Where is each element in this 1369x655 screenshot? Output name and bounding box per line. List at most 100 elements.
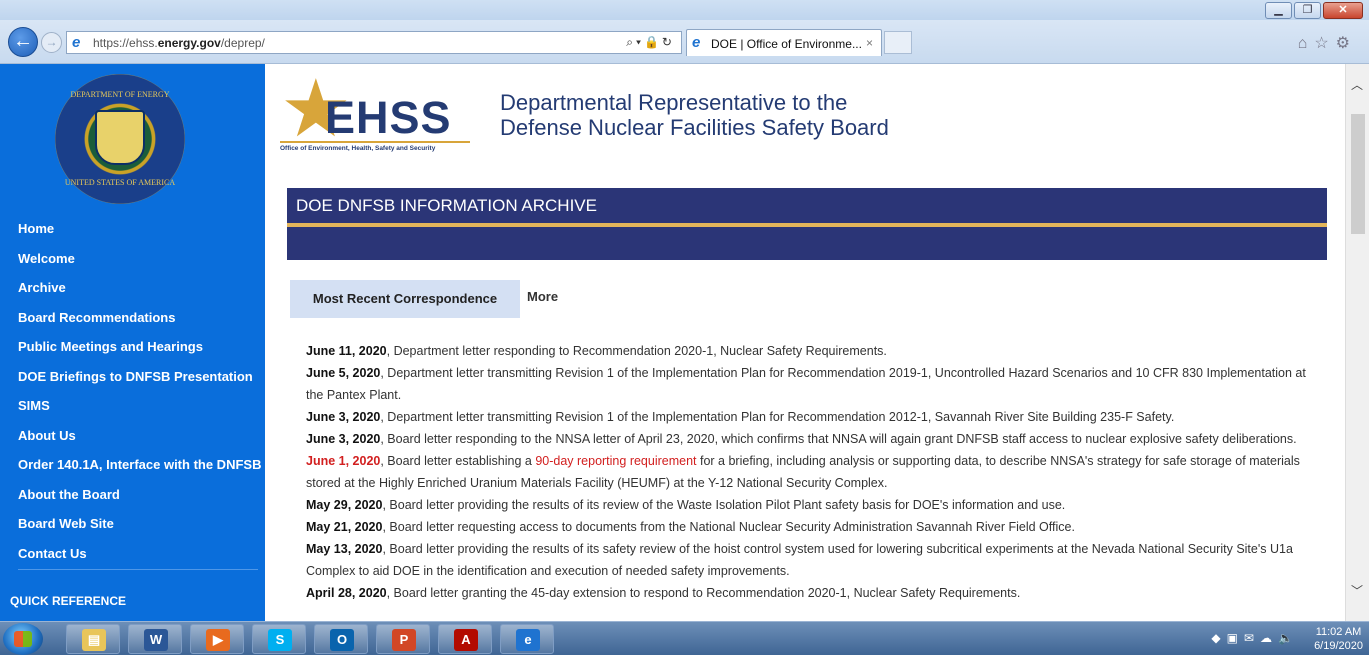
address-bar-icons[interactable]: ⌕▾🔒↻ — [626, 35, 675, 50]
favorites-star-icon[interactable]: ☆ — [1314, 35, 1335, 52]
scroll-down-icon[interactable]: ﹀ — [1351, 582, 1363, 599]
page-scrollbar[interactable]: ︿ ﹀ — [1345, 64, 1369, 621]
entry-date: June 1, 2020 — [306, 454, 381, 468]
quick-reference-heading: QUICK REFERENCE — [10, 594, 127, 608]
entry-link[interactable]: , Department letter transmitting Revisio… — [306, 366, 1306, 402]
clock-date: 6/19/2020 — [1314, 640, 1363, 652]
seal-bottom-text: UNITED STATES OF AMERICA — [64, 178, 176, 187]
list-item: June 5, 2020, Department letter transmit… — [306, 362, 1316, 406]
back-button[interactable]: ← — [8, 27, 38, 57]
site-title-line1: Departmental Representative to the — [500, 90, 848, 115]
tray-network-icon[interactable]: ▣ — [1227, 631, 1244, 645]
home-icon[interactable]: ⌂ — [1298, 35, 1315, 52]
sidebar-item-contact-us[interactable]: Contact Us — [0, 539, 265, 569]
sidebar-item-doe-briefings[interactable]: DOE Briefings to DNFSB Presentation — [0, 362, 265, 392]
gear-icon[interactable]: ⚙ — [1336, 35, 1357, 52]
entry-link[interactable]: , Department letter transmitting Revisio… — [380, 410, 1174, 424]
ehss-logo-text: EHSS — [325, 92, 452, 143]
restore-button[interactable]: ❐ — [1294, 2, 1321, 19]
tray-shield-icon[interactable]: ◆ — [1211, 631, 1226, 645]
entry-date: June 3, 2020 — [306, 432, 381, 446]
tab-title: DOE | Office of Environme... — [711, 37, 862, 51]
taskbar-clock[interactable]: 11:02 AM 6/19/2020 — [1314, 625, 1363, 653]
entry-date: April 28, 2020 — [306, 586, 387, 600]
entry-date: June 3, 2020 — [306, 410, 381, 424]
sidebar-divider — [18, 569, 258, 570]
archive-banner: DOE DNFSB INFORMATION ARCHIVE — [287, 188, 1327, 223]
tab-more[interactable]: More — [527, 289, 558, 304]
doe-seal-logo[interactable]: DEPARTMENT OF ENERGY UNITED STATES OF AM… — [55, 74, 185, 204]
close-tab-icon[interactable]: × — [866, 36, 873, 50]
sidebar-item-about-us[interactable]: About Us — [0, 421, 265, 451]
entry-date: May 13, 2020 — [306, 542, 383, 556]
taskbar-app-internet-explorer[interactable]: e — [500, 624, 554, 654]
scroll-up-icon[interactable]: ︿ — [1351, 76, 1363, 93]
site-title-line2: Defense Nuclear Facilities Safety Board — [500, 115, 889, 140]
window-controls: ▁ ❐ ✕ — [1265, 2, 1363, 19]
powerpoint-icon: P — [392, 629, 416, 651]
tray-skype-icon[interactable]: ☁ — [1260, 631, 1278, 645]
forward-button[interactable]: → — [41, 32, 62, 53]
ehss-logo[interactable]: ★ EHSS Office of Environment, Health, Sa… — [280, 69, 470, 157]
list-item: June 3, 2020, Board letter responding to… — [306, 428, 1316, 450]
entry-date: May 29, 2020 — [306, 498, 383, 512]
correspondence-list: June 11, 2020, Department letter respond… — [306, 340, 1316, 604]
entry-link[interactable]: , Board letter granting the 45-day exten… — [387, 586, 1021, 600]
outlook-icon: O — [330, 629, 354, 651]
sidebar-item-archive[interactable]: Archive — [0, 273, 265, 303]
reporting-requirement-link[interactable]: 90-day reporting requirement — [535, 454, 696, 468]
entry-link[interactable]: , Board letter requesting access to docu… — [382, 520, 1074, 534]
site-title: Departmental Representative to the Defen… — [500, 90, 889, 140]
sidebar-item-sims[interactable]: SIMS — [0, 391, 265, 421]
tab-most-recent[interactable]: Most Recent Correspondence — [290, 280, 520, 318]
sidebar-item-welcome[interactable]: Welcome — [0, 244, 265, 274]
sidebar-item-board-recommendations[interactable]: Board Recommendations — [0, 303, 265, 333]
sidebar-nav: Home Welcome Archive Board Recommendatio… — [0, 214, 265, 568]
taskbar: ▤ W ▶ S O P Ae ◆▣✉☁🔈 11:02 AM 6/19/2020 — [0, 621, 1369, 655]
taskbar-app-acrobat[interactable]: A — [438, 624, 492, 654]
sidebar-item-order-140[interactable]: Order 140.1A, Interface with the DNFSB — [0, 450, 265, 480]
list-item: May 29, 2020, Board letter providing the… — [306, 494, 1316, 516]
list-item: May 21, 2020, Board letter requesting ac… — [306, 516, 1316, 538]
taskbar-app-skype[interactable]: S — [252, 624, 306, 654]
close-window-button[interactable]: ✕ — [1323, 2, 1363, 19]
new-tab-button[interactable] — [884, 31, 912, 54]
entry-link[interactable]: , Board letter responding to the NNSA le… — [380, 432, 1296, 446]
entry-link[interactable]: , Board letter providing the results of … — [306, 542, 1293, 578]
tray-outlook-icon[interactable]: ✉ — [1244, 631, 1260, 645]
system-tray[interactable]: ◆▣✉☁🔈 — [1211, 631, 1299, 645]
acrobat-icon: A — [454, 629, 478, 651]
scroll-thumb[interactable] — [1351, 114, 1365, 234]
list-item: June 3, 2020, Department letter transmit… — [306, 406, 1316, 428]
sidebar-item-board-web-site[interactable]: Board Web Site — [0, 509, 265, 539]
browser-navbar: ← → e https://ehss.energy.gov/deprep/ ⌕▾… — [0, 20, 1369, 64]
tray-volume-icon[interactable]: 🔈 — [1278, 631, 1299, 645]
taskbar-app-outlook[interactable]: O — [314, 624, 368, 654]
main-content: ★ EHSS Office of Environment, Health, Sa… — [265, 64, 1345, 621]
sidebar-item-home[interactable]: Home — [0, 214, 265, 244]
internet-explorer-icon: e — [516, 629, 540, 651]
browser-tab[interactable]: e DOE | Office of Environme... × — [686, 29, 882, 56]
seal-top-text: DEPARTMENT OF ENERGY — [70, 90, 170, 99]
sidebar-item-public-meetings[interactable]: Public Meetings and Hearings — [0, 332, 265, 362]
windows-flag-icon — [14, 631, 32, 647]
address-bar[interactable]: e https://ehss.energy.gov/deprep/ ⌕▾🔒↻ — [66, 31, 682, 54]
entry-date: June 11, 2020 — [306, 344, 387, 358]
list-item: June 1, 2020, Board letter establishing … — [306, 450, 1316, 494]
ie-tab-icon: e — [692, 34, 701, 51]
list-item: June 11, 2020, Department letter respond… — [306, 340, 1316, 362]
entry-link[interactable]: , Department letter responding to Recomm… — [387, 344, 887, 358]
sidebar-item-about-board[interactable]: About the Board — [0, 480, 265, 510]
list-item: April 28, 2020, Board letter granting th… — [306, 582, 1316, 604]
taskbar-app-explorer[interactable]: ▤ — [66, 624, 120, 654]
taskbar-app-media[interactable]: ▶ — [190, 624, 244, 654]
entry-link[interactable]: , Board letter providing the results of … — [382, 498, 1065, 512]
taskbar-app-word[interactable]: W — [128, 624, 182, 654]
url-text[interactable]: https://ehss.energy.gov/deprep/ — [93, 36, 265, 50]
taskbar-app-powerpoint[interactable]: P — [376, 624, 430, 654]
ie-page-icon: e — [72, 34, 81, 51]
list-item: May 13, 2020, Board letter providing the… — [306, 538, 1316, 582]
start-button[interactable] — [3, 623, 43, 655]
browser-tools: ⌂☆⚙ — [1298, 33, 1357, 53]
minimize-button[interactable]: ▁ — [1265, 2, 1292, 19]
